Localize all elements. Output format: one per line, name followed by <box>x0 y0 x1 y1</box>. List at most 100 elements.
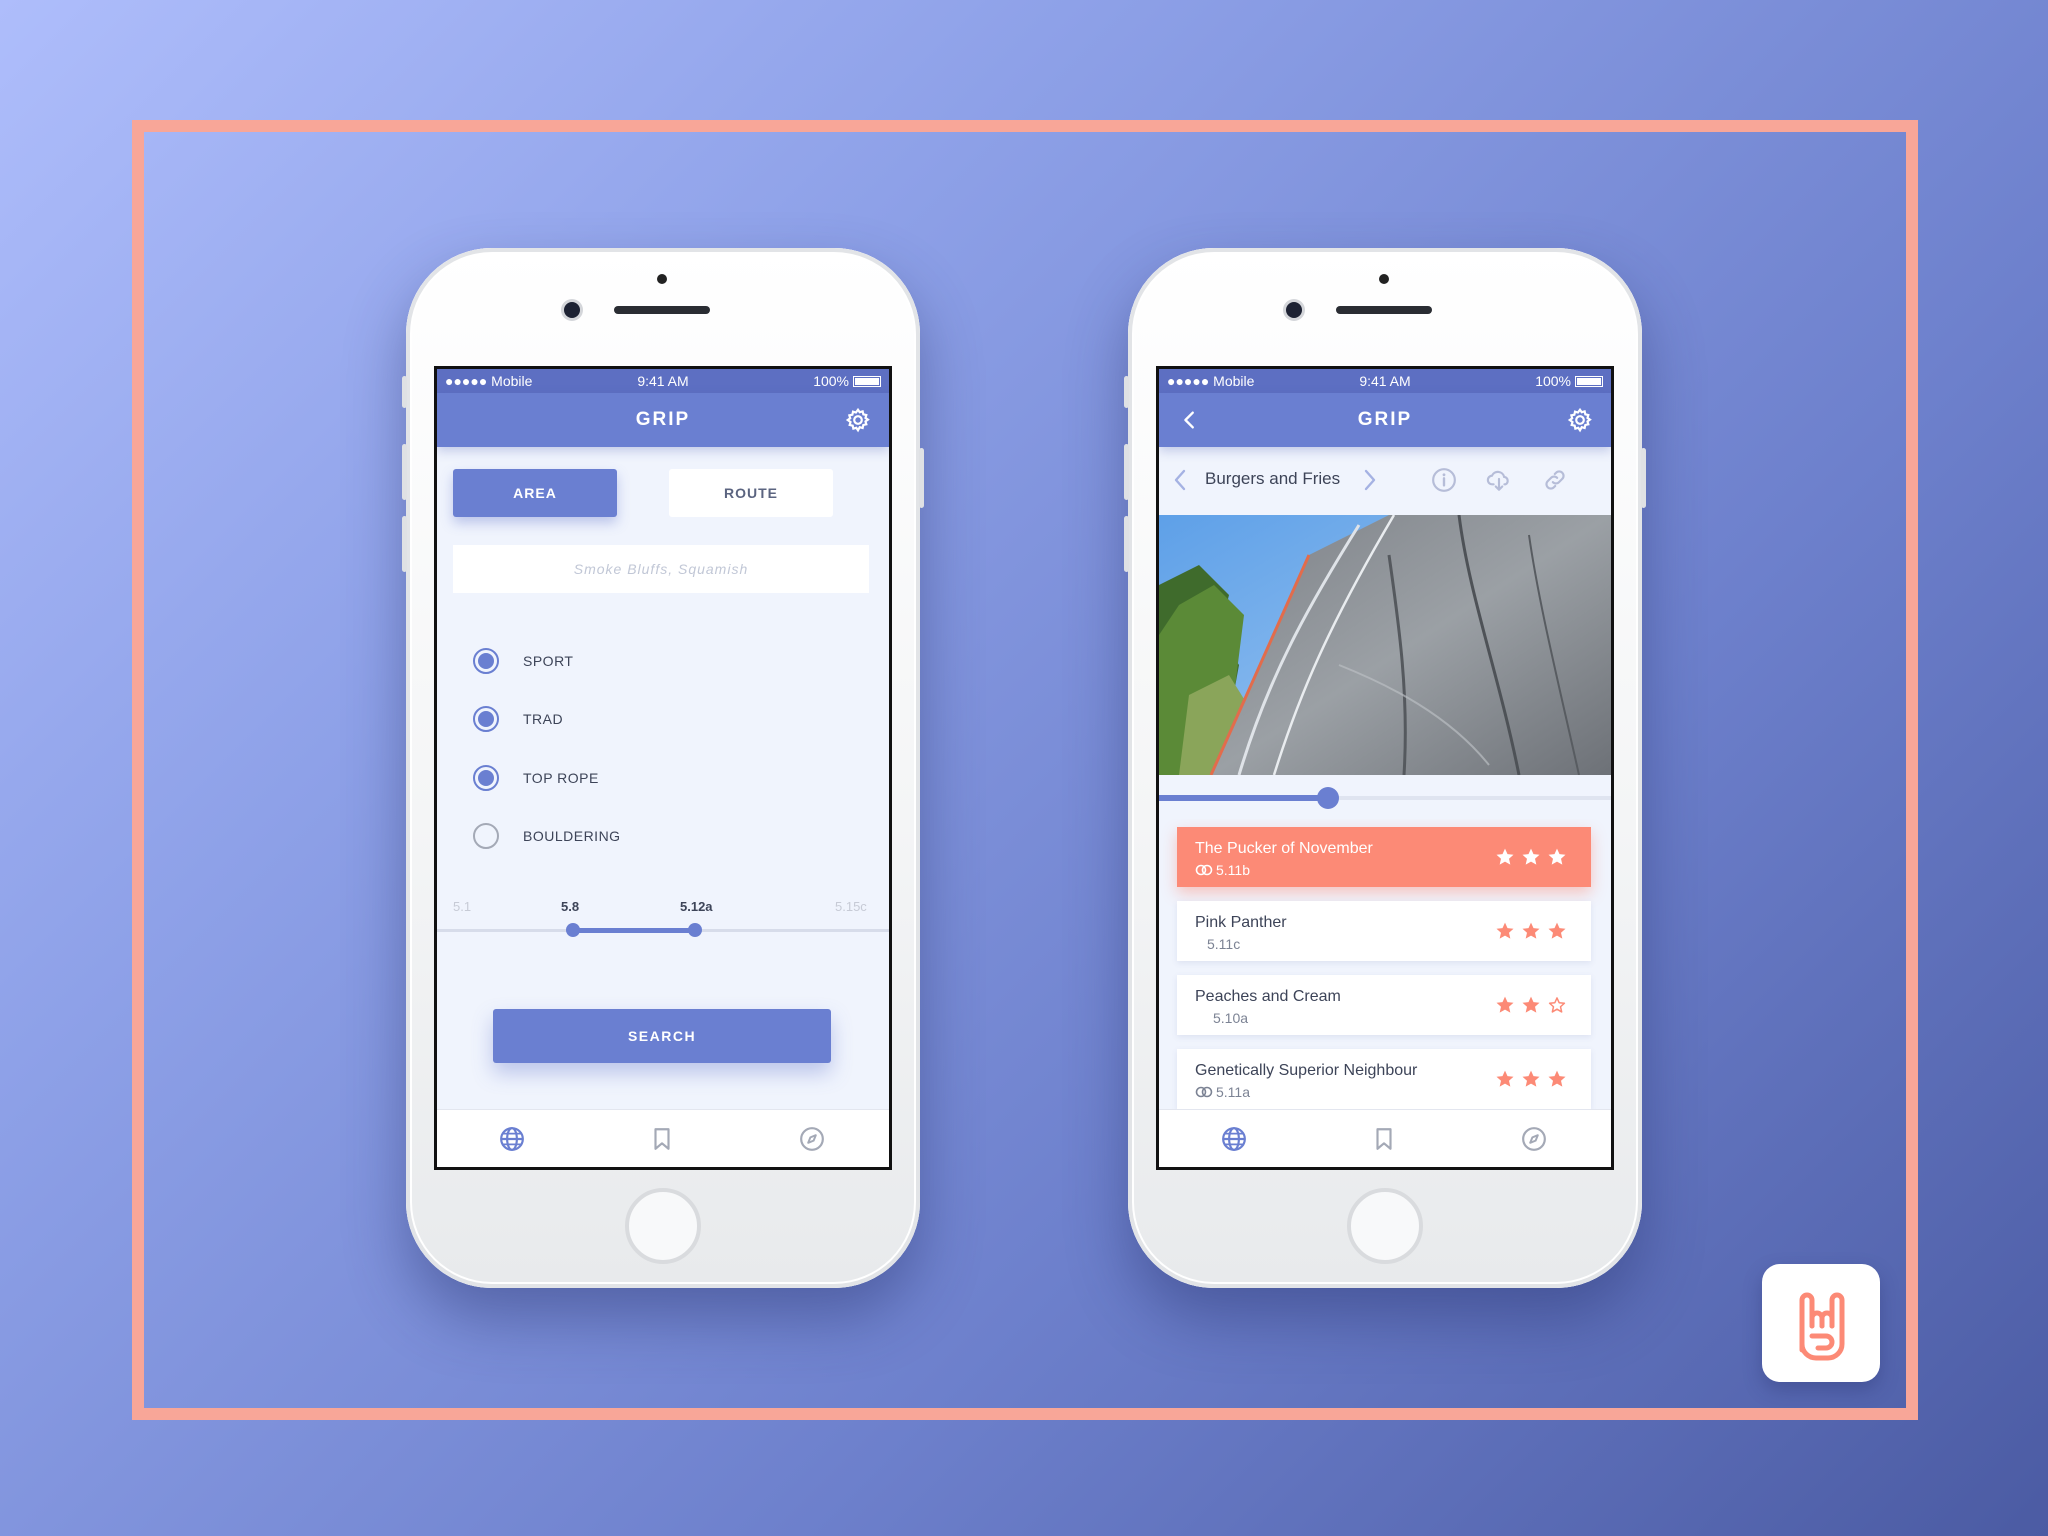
globe-icon <box>1222 1127 1246 1151</box>
climb-type-trad[interactable]: TRAD <box>473 703 563 735</box>
app-logo-badge <box>1762 1264 1880 1382</box>
tab-explore[interactable] <box>499 1126 525 1152</box>
grade-low-handle[interactable] <box>566 923 580 937</box>
rating-stars <box>1495 995 1567 1015</box>
route-card[interactable]: The Pucker of November 5.11b <box>1177 827 1591 887</box>
radio-sport[interactable] <box>473 648 499 674</box>
star-filled-icon <box>1496 1070 1514 1087</box>
climb-type-sport[interactable]: SPORT <box>473 645 573 677</box>
route-card[interactable]: Peaches and Cream 5.10a <box>1177 975 1591 1035</box>
volume-down-button <box>402 516 407 572</box>
grade-high-handle[interactable] <box>688 923 702 937</box>
phone-search: ●●●●● Mobile 9:41 AM 100% GRIP AREA ROUT… <box>402 248 924 1288</box>
nav-bar: GRIP <box>1159 393 1611 447</box>
home-button <box>625 1188 701 1264</box>
battery-indicator: 100% <box>813 373 881 389</box>
star-filled-icon <box>1522 922 1540 939</box>
route-name: Pink Panther <box>1195 914 1287 931</box>
link-icon[interactable] <box>1542 467 1568 493</box>
mute-switch <box>1124 376 1129 408</box>
area-tab[interactable]: AREA <box>453 469 617 517</box>
route-screen: ●●●●● Mobile 9:41 AM 100% GRIP Burgers a… <box>1156 366 1614 1170</box>
climb-type-top-rope[interactable]: TOP ROPE <box>473 762 599 794</box>
star-filled-icon <box>1522 996 1540 1013</box>
star-filled-icon <box>1496 848 1514 865</box>
crag-photo <box>1159 515 1611 775</box>
sensor <box>1379 274 1389 284</box>
previous-area-chevron-icon[interactable] <box>1173 469 1187 491</box>
route-card[interactable]: Pink Panther 5.11c <box>1177 901 1591 961</box>
tab-nearby[interactable] <box>799 1126 825 1152</box>
earpiece-speaker <box>1336 306 1432 314</box>
volume-up-button <box>1124 444 1129 500</box>
area-search-input[interactable]: Smoke Bluffs, Squamish <box>453 545 869 593</box>
top-rope-icon <box>1195 1086 1213 1098</box>
route-grade-value: 5.11c <box>1207 936 1241 952</box>
route-grade: 5.11b <box>1195 862 1250 878</box>
grade-min-label: 5.1 <box>453 899 472 914</box>
front-camera <box>1286 302 1302 318</box>
route-grade-value: 5.11b <box>1216 862 1250 878</box>
photo-slider-fill <box>1159 795 1327 801</box>
battery-indicator: 100% <box>1535 373 1603 389</box>
rating-stars <box>1495 921 1567 941</box>
star-filled-icon <box>1548 922 1566 939</box>
earpiece-speaker <box>614 306 710 314</box>
route-card[interactable]: Genetically Superior Neighbour 5.11a <box>1177 1049 1591 1109</box>
cloud-download-icon[interactable] <box>1486 467 1512 493</box>
star-filled-icon <box>1522 848 1540 865</box>
star-outline-icon <box>1548 997 1566 1013</box>
radio-bouldering[interactable] <box>473 823 499 849</box>
front-camera <box>564 302 580 318</box>
tab-explore[interactable] <box>1221 1126 1247 1152</box>
tab-nearby[interactable] <box>1521 1126 1547 1152</box>
grade-high-label: 5.12a <box>680 899 713 914</box>
volume-up-button <box>402 444 407 500</box>
climb-type-label: SPORT <box>523 653 574 669</box>
tab-saved[interactable] <box>1371 1126 1397 1152</box>
radio-trad[interactable] <box>473 706 499 732</box>
settings-gear-icon[interactable] <box>845 407 871 433</box>
rating-stars <box>1495 1069 1567 1089</box>
climb-type-label: BOULDERING <box>523 828 621 844</box>
search-button[interactable]: SEARCH <box>493 1009 831 1063</box>
tab-saved[interactable] <box>649 1126 675 1152</box>
volume-down-button <box>1124 516 1129 572</box>
radio-top-rope[interactable] <box>473 765 499 791</box>
next-area-chevron-icon[interactable] <box>1363 469 1377 491</box>
rock-hand-icon <box>1799 1292 1845 1361</box>
star-filled-icon <box>1496 996 1514 1013</box>
grade-max-label: 5.15c <box>835 899 867 914</box>
compass-icon <box>800 1127 824 1151</box>
climb-type-label: TRAD <box>523 711 564 727</box>
settings-gear-icon[interactable] <box>1567 407 1593 433</box>
top-rope-icon <box>1195 864 1213 876</box>
app-title: GRIP <box>1357 409 1413 430</box>
route-grade-value: 5.11a <box>1216 1084 1250 1100</box>
mute-switch <box>402 376 407 408</box>
route-grade: 5.11c <box>1207 936 1240 952</box>
tab-bar <box>437 1109 889 1167</box>
bookmark-icon <box>654 1128 670 1150</box>
star-filled-icon <box>1548 848 1566 865</box>
nav-bar: GRIP <box>437 393 889 447</box>
route-tab[interactable]: ROUTE <box>669 469 833 517</box>
bookmark-icon <box>1376 1128 1392 1150</box>
route-list: The Pucker of November 5.11b Pink Panthe… <box>1159 819 1611 1115</box>
info-icon[interactable] <box>1431 467 1457 493</box>
star-filled-icon <box>1548 1070 1566 1087</box>
grade-low-label: 5.8 <box>561 899 580 914</box>
photo-slider-handle[interactable] <box>1317 787 1339 809</box>
battery-icon <box>853 375 881 387</box>
climb-type-bouldering[interactable]: BOULDERING <box>473 820 621 852</box>
battery-icon <box>1575 375 1603 387</box>
home-button <box>1347 1188 1423 1264</box>
grade-slider-range <box>573 928 697 933</box>
route-name: Genetically Superior Neighbour <box>1195 1062 1418 1079</box>
area-header: Burgers and Fries <box>1159 447 1611 511</box>
search-screen: ●●●●● Mobile 9:41 AM 100% GRIP AREA ROUT… <box>434 366 892 1170</box>
route-grade: 5.11a <box>1195 1084 1250 1100</box>
app-title: GRIP <box>635 409 691 430</box>
route-name: Peaches and Cream <box>1195 988 1341 1005</box>
area-name: Burgers and Fries <box>1205 469 1341 488</box>
